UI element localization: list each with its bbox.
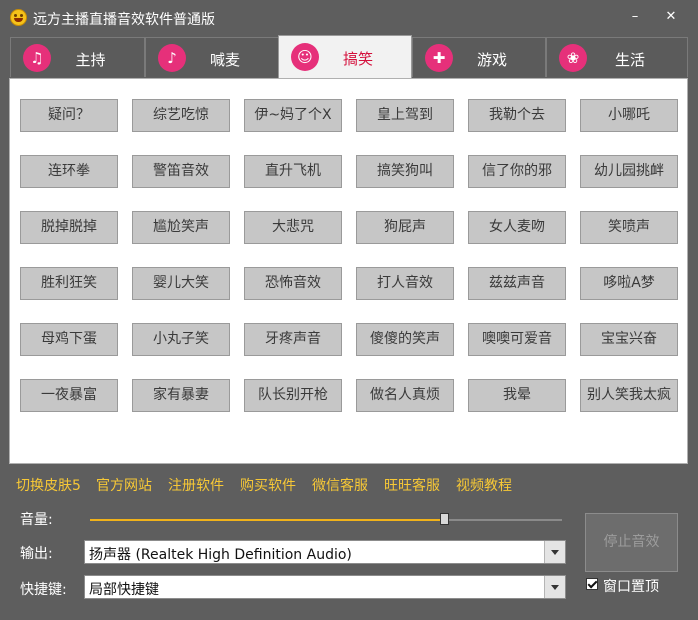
sound-button[interactable]: 家有暴妻: [132, 379, 230, 412]
tab-label: 搞笑: [342, 50, 373, 68]
sound-button[interactable]: 搞笑狗叫: [356, 155, 454, 188]
sound-button[interactable]: 狗屁声: [356, 211, 454, 244]
close-button[interactable]: ✕: [664, 10, 678, 24]
link-wechat-support[interactable]: 微信客服: [312, 475, 368, 495]
topmost-checkbox[interactable]: [586, 578, 598, 590]
sound-button[interactable]: 噢噢可爱音: [468, 323, 566, 356]
output-label: 输出:: [20, 546, 53, 562]
sound-button[interactable]: 疑问？: [20, 99, 118, 132]
hotkey-mode-select[interactable]: 局部快捷键: [84, 575, 566, 599]
tab-life[interactable]: ❀ 生活: [546, 37, 688, 77]
sound-button[interactable]: 恐怖音效: [244, 267, 342, 300]
sound-button[interactable]: 综艺吃惊: [132, 99, 230, 132]
hotkey-mode-value: 局部快捷键: [89, 582, 159, 598]
sound-button[interactable]: 大悲咒: [244, 211, 342, 244]
sound-button[interactable]: 队长别开枪: [244, 379, 342, 412]
sound-button[interactable]: 我勒个去: [468, 99, 566, 132]
chevron-down-icon[interactable]: [544, 541, 565, 563]
tab-shout-mic[interactable]: ♪ 喊麦: [145, 37, 279, 77]
sound-button[interactable]: 婴儿大笑: [132, 267, 230, 300]
sound-button[interactable]: 宝宝兴奋: [580, 323, 678, 356]
tab-label: 生活: [614, 51, 645, 69]
sound-button[interactable]: 兹兹声音: [468, 267, 566, 300]
tab-game[interactable]: ✚ 游戏: [412, 37, 546, 77]
sound-button[interactable]: 小哪吒: [580, 99, 678, 132]
volume-slider[interactable]: [90, 513, 562, 525]
volume-slider-thumb[interactable]: [440, 513, 449, 525]
sound-button[interactable]: 做名人真烦: [356, 379, 454, 412]
sound-button[interactable]: 哆啦A梦: [580, 267, 678, 300]
title-bar: 远方主播直播音效软件普通版 – ✕: [0, 0, 698, 35]
sound-button[interactable]: 皇上驾到: [356, 99, 454, 132]
tab-label: 游戏: [476, 51, 507, 69]
volume-label: 音量:: [20, 512, 53, 528]
link-register[interactable]: 注册软件: [168, 475, 224, 495]
sound-button[interactable]: 女人麦吻: [468, 211, 566, 244]
sound-button[interactable]: 母鸡下蛋: [20, 323, 118, 356]
sound-button[interactable]: 幼儿园挑衅: [580, 155, 678, 188]
chevron-down-icon[interactable]: [544, 576, 565, 598]
minimize-button[interactable]: –: [628, 10, 642, 24]
link-wangwang-support[interactable]: 旺旺客服: [384, 475, 440, 495]
topmost-label: 窗口置顶: [603, 579, 659, 595]
hotkey-label: 快捷键:: [20, 582, 67, 598]
sound-button[interactable]: 信了你的邪: [468, 155, 566, 188]
category-tabs: ♫ 主持 ♪ 喊麦 ☺ 搞笑 ✚ 游戏 ❀ 生活: [10, 35, 688, 78]
sound-button[interactable]: 笑喷声: [580, 211, 678, 244]
tab-label: 主持: [75, 51, 106, 69]
tab-funny[interactable]: ☺ 搞笑: [278, 35, 412, 78]
sound-button[interactable]: 打人音效: [356, 267, 454, 300]
link-switch-skin[interactable]: 切换皮肤5: [16, 475, 81, 495]
sound-button[interactable]: 傻傻的笑声: [356, 323, 454, 356]
app-smiley-icon: [10, 9, 27, 26]
link-official-site[interactable]: 官方网站: [96, 475, 152, 495]
output-device-select[interactable]: 扬声器 (Realtek High Definition Audio): [84, 540, 566, 564]
volume-slider-fill: [90, 519, 444, 521]
link-video-tutorial[interactable]: 视频教程: [456, 475, 512, 495]
window-title: 远方主播直播音效软件普通版: [33, 12, 215, 28]
sound-button[interactable]: 牙疼声音: [244, 323, 342, 356]
sound-button[interactable]: 伊~妈了个X: [244, 99, 342, 132]
sound-button[interactable]: 别人笑我太疯: [580, 379, 678, 412]
stop-sound-button[interactable]: 停止音效: [585, 513, 678, 572]
tab-host[interactable]: ♫ 主持: [10, 37, 145, 77]
sound-button[interactable]: 小丸子笑: [132, 323, 230, 356]
sound-button[interactable]: 连环拳: [20, 155, 118, 188]
sound-button[interactable]: 直升飞机: [244, 155, 342, 188]
sound-button[interactable]: 胜利狂笑: [20, 267, 118, 300]
sound-button[interactable]: 尴尬笑声: [132, 211, 230, 244]
sound-button[interactable]: 我晕: [468, 379, 566, 412]
sound-button[interactable]: 脱掉脱掉: [20, 211, 118, 244]
sound-button[interactable]: 警笛音效: [132, 155, 230, 188]
output-device-value: 扬声器 (Realtek High Definition Audio): [89, 547, 352, 563]
sound-button-panel: 疑问？ 综艺吃惊 伊~妈了个X 皇上驾到 我勒个去 小哪吒 连环拳 警笛音效 直…: [9, 78, 688, 464]
tab-label: 喊麦: [209, 51, 240, 69]
link-buy[interactable]: 购买软件: [240, 475, 296, 495]
sound-button[interactable]: 一夜暴富: [20, 379, 118, 412]
